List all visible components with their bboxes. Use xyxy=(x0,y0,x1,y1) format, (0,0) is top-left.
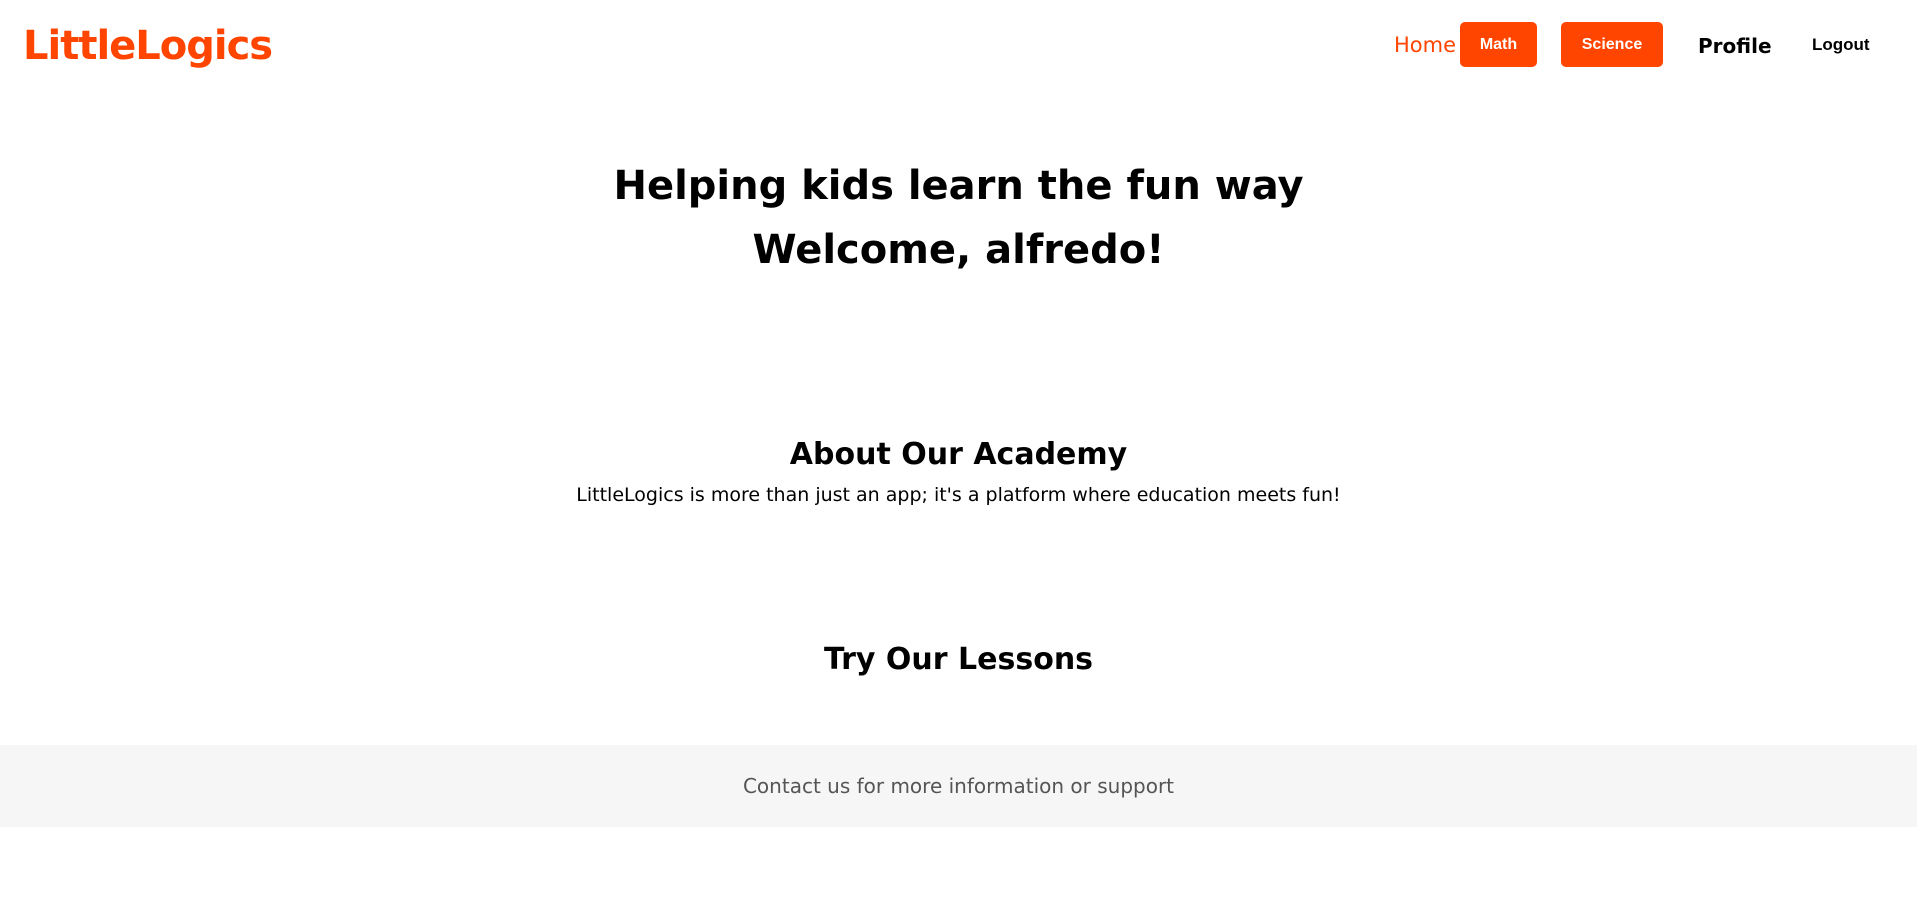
site-footer: Contact us for more information or suppo… xyxy=(0,745,1917,827)
nav-logout-link[interactable]: Logout xyxy=(1812,34,1870,56)
page: LittleLogics Home Math Science Profile L… xyxy=(0,0,1917,907)
nav-profile-link[interactable]: Profile xyxy=(1698,33,1772,59)
nav-home-link[interactable]: Home xyxy=(1394,32,1456,58)
nav-math-button[interactable]: Math xyxy=(1460,22,1537,67)
footer-contact-text: Contact us for more information or suppo… xyxy=(742,774,1175,798)
about-description: LittleLogics is more than just an app; i… xyxy=(576,484,1341,506)
site-header: LittleLogics Home Math Science Profile L… xyxy=(0,0,1917,90)
hero-title: Helping kids learn the fun way xyxy=(613,163,1304,209)
main-nav: Home Math Science Profile Logout xyxy=(0,0,1917,90)
welcome-message: Welcome, alfredo! xyxy=(752,227,1165,273)
nav-science-button[interactable]: Science xyxy=(1561,22,1663,67)
lessons-heading: Try Our Lessons xyxy=(823,642,1094,677)
about-heading: About Our Academy xyxy=(789,437,1128,472)
